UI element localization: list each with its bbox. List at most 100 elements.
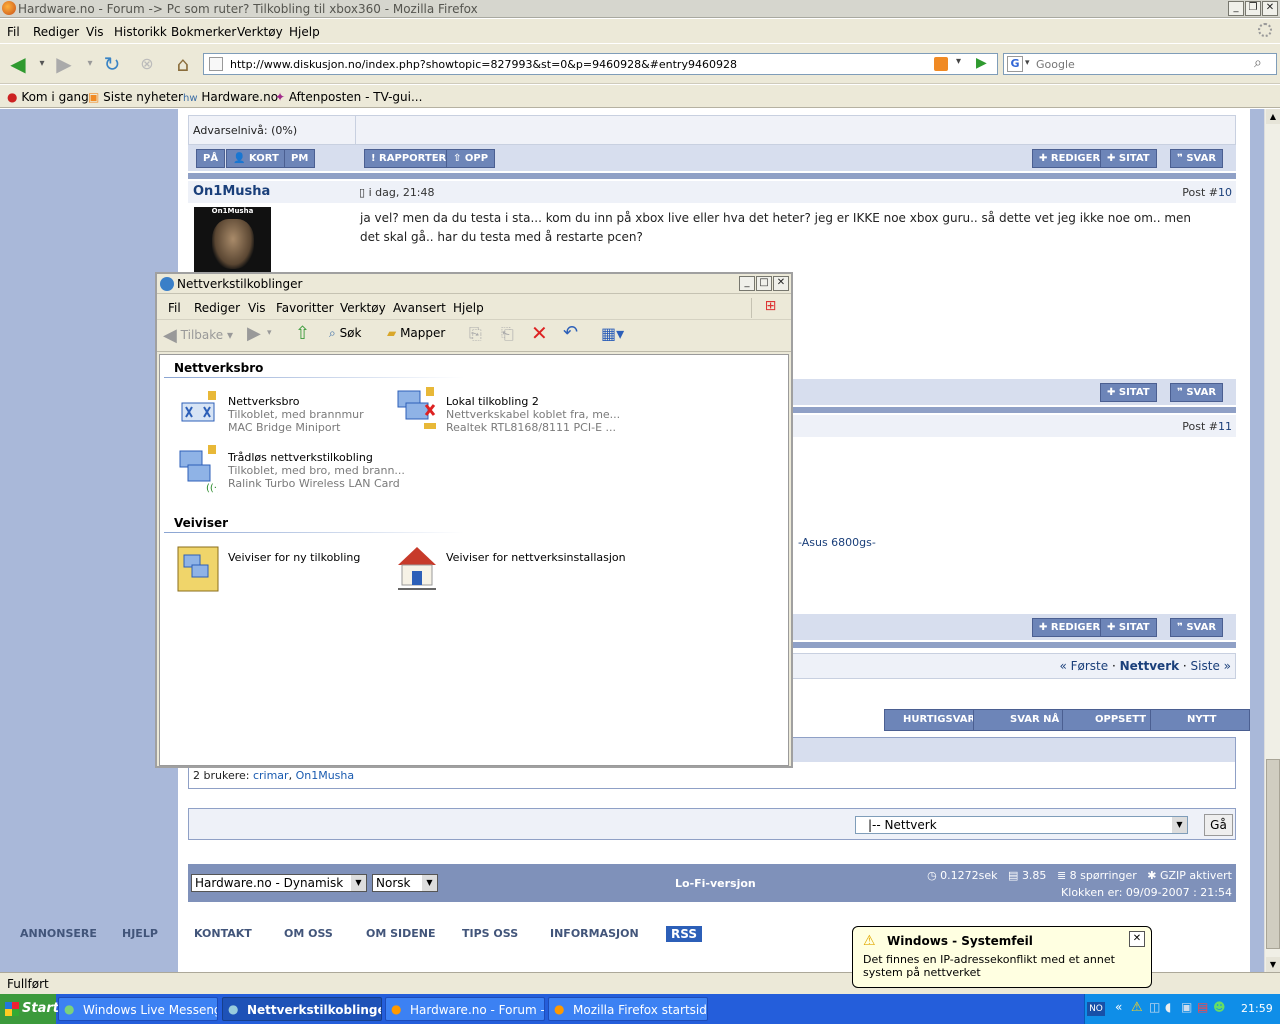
window-minimize-button[interactable]: _ [739, 276, 755, 291]
tray-warning-icon[interactable]: ⚠ [1131, 1000, 1143, 1015]
bookmark-siste-nyheter[interactable]: ▣ Siste nyheter [88, 90, 183, 104]
google-engine-icon[interactable]: G [1007, 56, 1023, 72]
user-link[interactable]: crimar [253, 769, 289, 782]
tray-volume-icon[interactable]: ◖ [1165, 1000, 1171, 1014]
menu-rediger[interactable]: Rediger [33, 25, 79, 39]
scroll-thumb[interactable] [1266, 759, 1280, 949]
tray-messenger-icon[interactable]: ☻ [1213, 1000, 1226, 1014]
menu-fil[interactable]: Fil [168, 301, 181, 315]
edit-button[interactable]: ✚ REDIGER [1032, 149, 1108, 168]
menu-verktoy[interactable]: Verktøy [237, 25, 283, 39]
delete-icon[interactable]: ✕ [531, 321, 548, 345]
card-button[interactable]: 👤 KORT [226, 149, 286, 168]
footer-link[interactable]: OM OSS [284, 927, 333, 940]
report-button[interactable]: ! RAPPORTER [364, 149, 454, 168]
bookmark-aftenposten[interactable]: ✦ Aftenposten - TV-gui... [275, 90, 422, 104]
url-bar[interactable]: http://www.diskusjon.no/index.php?showto… [203, 53, 998, 75]
skin-select[interactable]: Hardware.no - Dynamisk ▼ [191, 874, 367, 892]
quote-button[interactable]: ✚ SITAT [1100, 149, 1157, 168]
wireless-connection-icon[interactable]: ((·)) [178, 445, 225, 494]
footer-link[interactable]: OM SIDENE [366, 927, 436, 940]
go-icon[interactable]: ▶ [976, 55, 987, 71]
quick-reply-button[interactable]: HURTIGSVAR [884, 709, 983, 731]
scroll-down-icon[interactable]: ▼ [1266, 957, 1280, 972]
search-button[interactable]: ⌕ Søk [329, 326, 361, 341]
quote-button[interactable]: ✚ SITAT [1100, 618, 1157, 637]
home-icon[interactable]: ⌂ [171, 53, 195, 75]
menu-hjelp[interactable]: Hjelp [289, 25, 320, 39]
wizard-name[interactable]: Veiviser for nettverksinstallasjon [446, 551, 626, 564]
forward-circle-icon[interactable]: ▶ [247, 323, 261, 344]
taskbar-network-connections[interactable]: ● Nettverkstilkoblinger [222, 997, 382, 1021]
window-close-button[interactable]: ✕ [773, 276, 789, 291]
views-icon[interactable]: ▦▾ [601, 324, 624, 343]
new-connection-wizard-icon[interactable] [176, 545, 220, 592]
menu-vis[interactable]: Vis [86, 25, 104, 39]
footer-link[interactable]: TIPS OSS [462, 927, 518, 940]
taskbar-messenger[interactable]: ●Windows Live Messenger [58, 997, 218, 1021]
bookmark-kom-i-gang[interactable]: ● Kom i gang [7, 90, 89, 104]
start-button[interactable]: Start [0, 994, 59, 1024]
tray-connection-icon[interactable]: ▣ [1181, 1000, 1192, 1014]
balloon-close-button[interactable]: ✕ [1129, 931, 1145, 947]
menu-bokmerker[interactable]: Bokmerker [171, 25, 236, 39]
new-topic-button[interactable]: NYTT EMNE [1150, 709, 1250, 745]
post-author[interactable]: On1Musha [193, 184, 270, 199]
last-page-link[interactable]: Siste » [1191, 659, 1231, 673]
go-button[interactable]: Gå [1204, 814, 1233, 836]
pm-button[interactable]: PM [284, 149, 316, 168]
footer-link[interactable]: INFORMASJON [550, 927, 639, 940]
search-bar[interactable]: G ▾ ⌕ [1003, 53, 1277, 75]
menu-hjelp[interactable]: Hjelp [453, 301, 484, 315]
forum-jump-select[interactable]: |-- Nettverk ▼ [855, 816, 1188, 834]
up-button[interactable]: ⇧ OPP [446, 149, 496, 168]
wizard-name[interactable]: Veiviser for ny tilkobling [228, 551, 360, 564]
menu-fil[interactable]: Fil [7, 25, 20, 39]
menu-avansert[interactable]: Avansert [393, 301, 446, 315]
reload-icon[interactable]: ↻ [100, 53, 124, 75]
copy-to-icon[interactable]: ⎗ [501, 324, 514, 344]
forward-arrow-icon[interactable]: ▶ [52, 53, 76, 75]
rss-feed-icon[interactable] [934, 57, 948, 71]
footer-link[interactable]: KONTAKT [194, 927, 252, 940]
reply-button[interactable]: ❞ SVAR [1170, 618, 1224, 637]
back-button[interactable]: ◀ Tilbake ▾ [163, 325, 233, 346]
system-error-balloon[interactable]: ⚠ Windows - Systemfeil ✕ Det finnes en I… [852, 926, 1152, 988]
reply-now-button[interactable]: SVAR NÅ [973, 709, 1067, 731]
user-link[interactable]: On1Musha [296, 769, 355, 782]
footer-link[interactable]: HJELP [122, 927, 158, 940]
first-page-link[interactable]: « Første [1059, 659, 1108, 673]
search-input[interactable] [1036, 56, 1246, 72]
menu-historikk[interactable]: Historikk [114, 25, 167, 39]
folders-button[interactable]: ▰ Mapper [387, 326, 445, 340]
current-forum-link[interactable]: Nettverk [1120, 659, 1180, 673]
reply-button[interactable]: ❞ SVAR [1170, 383, 1224, 402]
forward-dropdown-icon[interactable]: ▾ [267, 328, 272, 338]
reply-button[interactable]: ❞ SVAR [1170, 149, 1224, 168]
page-scrollbar[interactable]: ▲ ▼ [1264, 109, 1280, 972]
minimize-button[interactable]: _ [1228, 1, 1244, 16]
quote-button[interactable]: ✚ SITAT [1100, 383, 1157, 402]
window-title-bar[interactable]: Nettverkstilkoblinger _ □ ✕ [157, 274, 791, 294]
language-indicator[interactable]: NO [1087, 1002, 1105, 1016]
bridge-icon[interactable] [178, 391, 218, 431]
maximize-button[interactable]: ❐ [1245, 1, 1261, 16]
settings-button[interactable]: OPPSETT [1062, 709, 1154, 731]
disconnected-lan-icon[interactable] [396, 387, 436, 429]
window-maximize-button[interactable]: □ [756, 276, 772, 291]
menu-verktoy[interactable]: Verktøy [340, 301, 386, 315]
menu-vis[interactable]: Vis [248, 301, 266, 315]
pa-button[interactable]: PÅ [196, 149, 226, 168]
move-to-icon[interactable]: ⎘ [469, 324, 482, 344]
back-arrow-icon[interactable]: ◀ [6, 53, 30, 75]
taskbar-firefox-forum[interactable]: ●Hardware.no - Forum ->... [385, 997, 545, 1021]
back-dropdown-icon[interactable]: ▾ [30, 53, 54, 75]
search-icon[interactable]: ⌕ [1254, 55, 1262, 71]
forward-dropdown-icon[interactable]: ▾ [78, 53, 102, 75]
tray-expand-icon[interactable]: « [1115, 1000, 1122, 1014]
stop-icon[interactable]: ⊗ [135, 53, 159, 75]
connection-name[interactable]: Nettverksbro [228, 395, 300, 408]
tray-network-icon[interactable]: ◫ [1149, 1000, 1160, 1014]
menu-rediger[interactable]: Rediger [194, 301, 240, 315]
connection-name[interactable]: Lokal tilkobling 2 [446, 395, 539, 408]
